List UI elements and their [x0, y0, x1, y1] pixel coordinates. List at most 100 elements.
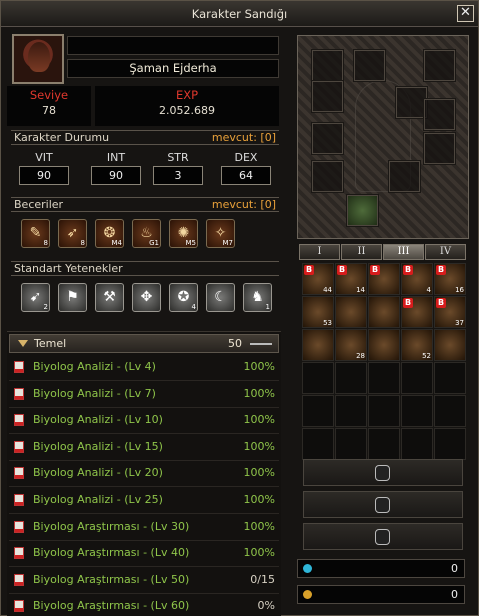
item-quantity: 44	[323, 286, 332, 294]
expand-triangle-icon[interactable]	[18, 340, 28, 347]
inventory-slot[interactable]: B 16	[434, 263, 466, 295]
skill-level: 4	[191, 303, 196, 311]
inventory-slot[interactable]	[302, 428, 334, 460]
horse-icon[interactable]: ♞ 1	[243, 283, 272, 312]
bound-badge: B	[436, 265, 446, 275]
inventory-slot[interactable]	[368, 362, 400, 394]
inventory-slot[interactable]	[335, 362, 367, 394]
locked-row-3[interactable]	[303, 523, 463, 550]
inventory-slot[interactable]	[302, 329, 334, 361]
dragon-icon[interactable]: ➶ 8	[58, 219, 87, 248]
skill-glyph: ⚑	[66, 289, 79, 305]
inventory-slot[interactable]	[302, 395, 334, 427]
inventory-slot[interactable]	[335, 395, 367, 427]
lantern-icon[interactable]: ♨ G1	[132, 219, 161, 248]
inventory-slot[interactable]: 52	[401, 329, 433, 361]
skill-glyph: ➹	[29, 289, 42, 305]
quest-scroll-icon	[14, 387, 24, 400]
equip-slot-gloves[interactable]	[311, 160, 344, 193]
inventory-slot[interactable]: B	[401, 296, 433, 328]
skill-level: M4	[111, 239, 123, 247]
quest-row[interactable]: Biyolog Analizi - (Lv 7) 100%	[9, 381, 279, 408]
quest-name: Biyolog Analizi - (Lv 7)	[33, 386, 156, 400]
attr-int-label: INT	[106, 151, 126, 164]
quest-row[interactable]: Biyolog Analizi - (Lv 10) 100%	[9, 407, 279, 435]
level-label: Seviye	[29, 88, 69, 102]
level-panel: Seviye 78	[7, 86, 91, 126]
inventory-slot[interactable]: B	[368, 263, 400, 295]
flag-icon[interactable]: ⚑	[58, 283, 87, 312]
skill-level: 2	[43, 303, 48, 311]
gem-icon	[303, 564, 312, 573]
quest-row[interactable]: Biyolog Araştırması - (Lv 50) 0/15	[9, 567, 279, 594]
inventory-slot[interactable]	[335, 428, 367, 460]
quest-group-header[interactable]: Temel 50	[9, 334, 279, 353]
locked-row-1[interactable]	[303, 459, 463, 486]
equip-slot-necklace[interactable]	[423, 132, 456, 165]
equip-slot-weapon[interactable]	[311, 49, 344, 82]
inventory-slot[interactable]: 53	[302, 296, 334, 328]
inventory-slot[interactable]	[401, 395, 433, 427]
pickaxe-icon[interactable]: ⚒	[95, 283, 124, 312]
bound-badge: B	[337, 265, 347, 275]
equip-slot-earring[interactable]	[423, 49, 456, 82]
quest-row[interactable]: Biyolog Araştırması - (Lv 40) 100%	[9, 540, 279, 568]
window-titlebar[interactable]: Karakter Sandığı ✕	[1, 1, 478, 27]
seal-icon[interactable]: ✪ 4	[169, 283, 198, 312]
inventory-slot[interactable]	[434, 329, 466, 361]
rune-icon[interactable]: ✺ M5	[169, 219, 198, 248]
equip-slot-belt[interactable]	[311, 122, 344, 155]
equip-slot-helmet[interactable]	[353, 49, 386, 82]
inventory-slot[interactable]	[434, 395, 466, 427]
quest-row[interactable]: Biyolog Araştırması - (Lv 60) 0%	[9, 593, 279, 616]
inventory-slot[interactable]	[368, 329, 400, 361]
character-name-top	[67, 36, 279, 55]
close-icon[interactable]: ✕	[457, 5, 474, 22]
quest-scroll-icon	[14, 440, 24, 453]
inventory-slot[interactable]: B 44	[302, 263, 334, 295]
equip-slot-ring[interactable]	[423, 98, 456, 131]
quest-row[interactable]: Biyolog Analizi - (Lv 25) 100%	[9, 487, 279, 514]
attr-dex-value: 64	[221, 166, 271, 185]
inventory-slot[interactable]: 28	[335, 329, 367, 361]
feather-icon[interactable]: ➹ 2	[21, 283, 50, 312]
quest-name: Biyolog Araştırması - (Lv 30)	[33, 519, 190, 533]
inventory-tab-3[interactable]: III	[383, 244, 424, 260]
scroll-icon[interactable]: ✎ 8	[21, 219, 50, 248]
inventory-slot[interactable]	[434, 362, 466, 394]
inventory-slot[interactable]	[401, 362, 433, 394]
exp-value: 2.052.689	[159, 104, 215, 117]
inventory-slot[interactable]	[368, 428, 400, 460]
inventory-slot[interactable]	[434, 428, 466, 460]
equip-slot-pants[interactable]	[388, 160, 421, 193]
inventory-tab-2[interactable]: II	[341, 244, 382, 260]
knot-icon[interactable]: ✥	[132, 283, 161, 312]
window-title: Karakter Sandığı	[191, 7, 288, 21]
quest-row[interactable]: Biyolog Analizi - (Lv 15) 100%	[9, 434, 279, 461]
equip-slot-boots[interactable]	[346, 194, 379, 227]
inventory-slot[interactable]: B4	[401, 263, 433, 295]
inventory-slot[interactable]	[368, 296, 400, 328]
locked-row-2[interactable]	[303, 491, 463, 518]
dragon-roar-icon[interactable]: ❂ M4	[95, 219, 124, 248]
equip-slot-armor[interactable]	[311, 80, 344, 113]
claw-swipe-icon[interactable]: ☾	[206, 283, 235, 312]
quest-row[interactable]: Biyolog Analizi - (Lv 4) 100%	[9, 354, 279, 381]
claw-icon[interactable]: ✧ M7	[206, 219, 235, 248]
inventory-slot[interactable]	[335, 296, 367, 328]
inventory-slot[interactable]: B 37	[434, 296, 466, 328]
inventory-slot[interactable]: B 14	[335, 263, 367, 295]
quest-list[interactable]: Temel 50 Biyolog Analizi - (Lv 4) 100% Biy…	[7, 331, 281, 616]
quest-row[interactable]: Biyolog Araştırması - (Lv 30) 100%	[9, 514, 279, 541]
item-quantity: 52	[422, 352, 431, 360]
inventory-tab-4[interactable]: IV	[425, 244, 466, 260]
inventory-slot[interactable]	[302, 362, 334, 394]
inventory-slot[interactable]	[368, 395, 400, 427]
bound-badge: B	[403, 298, 413, 308]
lock-icon	[375, 529, 390, 545]
quest-row[interactable]: Biyolog Analizi - (Lv 20) 100%	[9, 460, 279, 488]
inventory-tab-1[interactable]: I	[299, 244, 340, 260]
inventory-slot[interactable]	[401, 428, 433, 460]
quest-progress: 100%	[243, 519, 275, 533]
gold-value: 0	[451, 588, 458, 601]
